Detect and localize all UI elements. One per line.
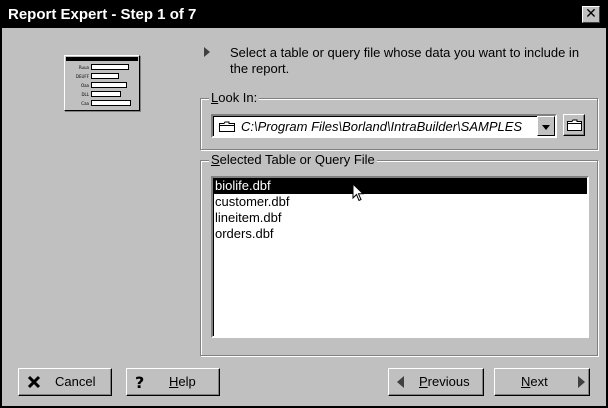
dropdown-button[interactable]	[537, 116, 555, 136]
cancel-button[interactable]: Cancel	[18, 368, 112, 396]
close-button[interactable]: ✕	[582, 6, 600, 23]
file-listbox[interactable]: biolife.dbf customer.dbf lineitem.dbf or…	[211, 176, 589, 338]
question-mark-icon: ?	[135, 373, 145, 392]
open-folder-icon	[567, 119, 582, 131]
previous-label: Previous	[419, 374, 470, 389]
title-bar: Report Expert - Step 1 of 7 ✕	[2, 2, 606, 28]
list-item[interactable]: lineitem.dbf	[213, 210, 587, 226]
chevron-down-icon	[542, 125, 550, 130]
file-selection-group: Selected Table or Query File biolife.dbf…	[200, 153, 598, 356]
list-item[interactable]: orders.dbf	[213, 226, 587, 242]
file-group-label: Selected Table or Query File	[209, 152, 377, 167]
cancel-label: Cancel	[55, 374, 96, 389]
look-in-label: Look In:	[209, 90, 260, 105]
x-icon	[27, 375, 41, 389]
browse-folder-button[interactable]	[563, 114, 585, 136]
list-item[interactable]: biolife.dbf	[213, 178, 587, 194]
report-form-preview-icon: Ruua DEUFF Oaa DLL Caa	[64, 55, 140, 111]
report-expert-dialog: Report Expert - Step 1 of 7 ✕ Ruua DEUFF…	[0, 0, 608, 408]
previous-button[interactable]: Previous	[388, 368, 484, 396]
left-triangle-icon	[397, 376, 404, 388]
help-button[interactable]: ? Help	[126, 368, 220, 396]
close-icon: ✕	[585, 6, 597, 22]
mouse-cursor-icon	[352, 183, 364, 202]
folder-icon	[219, 121, 235, 132]
look-in-group: Look In: C:\Program Files\Borland\IntraB…	[200, 91, 598, 150]
look-in-path: C:\Program Files\Borland\IntraBuilder\SA…	[241, 119, 523, 134]
dialog-body: Ruua DEUFF Oaa DLL Caa Select a table or…	[2, 28, 606, 406]
list-item[interactable]: customer.dbf	[213, 194, 587, 210]
next-label: Next	[521, 374, 548, 389]
right-triangle-icon	[578, 376, 585, 388]
instruction-text: Select a table or query file whose data …	[230, 45, 580, 76]
arrow-right-icon	[204, 47, 210, 57]
help-label: Help	[169, 374, 196, 389]
look-in-combobox[interactable]: C:\Program Files\Borland\IntraBuilder\SA…	[211, 114, 557, 138]
next-button[interactable]: Next	[494, 368, 590, 396]
window-title: Report Expert - Step 1 of 7	[8, 6, 197, 23]
